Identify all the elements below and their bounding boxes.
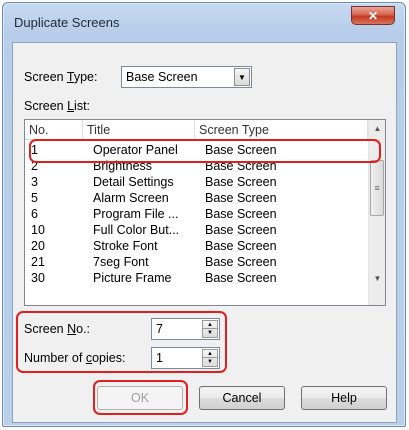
screen-no-label: Screen No.: — [24, 322, 91, 336]
copies-label: Number of copies: — [24, 351, 126, 365]
item-no: 3 — [31, 175, 38, 189]
chevron-down-icon[interactable]: ▼ — [234, 68, 250, 86]
item-type: Base Screen — [205, 175, 277, 189]
item-title: Alarm Screen — [93, 191, 169, 205]
screen-list[interactable]: No. Title Screen Type 1 Operator Panel B… — [24, 119, 386, 306]
item-title: Picture Frame — [93, 271, 172, 285]
spin-up-icon[interactable]: ▲ — [203, 321, 217, 329]
screen-type-label: Screen Type: — [24, 70, 98, 84]
dialog-client-area: Screen Type: Base Screen ▼ Screen List: … — [12, 42, 397, 423]
item-title: Detail Settings — [93, 175, 174, 189]
list-item[interactable]: 10 Full Color But... Base Screen — [25, 222, 368, 238]
item-title: Operator Panel — [93, 143, 178, 157]
close-button[interactable]: ✕ — [351, 6, 395, 25]
list-item[interactable]: 21 7seg Font Base Screen — [25, 254, 368, 270]
column-header-type[interactable]: Screen Type — [195, 120, 368, 140]
spin-down-icon[interactable]: ▼ — [203, 329, 217, 337]
ok-button[interactable]: OK — [97, 386, 183, 410]
screen-no-value: 7 — [156, 322, 163, 336]
list-item[interactable]: 20 Stroke Font Base Screen — [25, 238, 368, 254]
item-title: Full Color But... — [93, 223, 180, 237]
item-no: 1 — [31, 143, 38, 157]
item-title: Stroke Font — [93, 239, 158, 253]
spin-up-icon[interactable]: ▲ — [203, 350, 217, 358]
list-item[interactable]: 3 Detail Settings Base Screen — [25, 174, 368, 190]
item-type: Base Screen — [205, 255, 277, 269]
dialog-window: Duplicate Screens ✕ Screen Type: Base Sc… — [2, 2, 406, 427]
item-type: Base Screen — [205, 191, 277, 205]
list-scrollbar[interactable]: ▲ ≡ ▼ — [368, 120, 385, 305]
copies-spin-buttons[interactable]: ▲ ▼ — [202, 349, 218, 367]
scroll-up-icon[interactable]: ▲ — [369, 120, 385, 137]
scroll-thumb[interactable]: ≡ — [370, 160, 384, 216]
item-title: Brightness — [93, 159, 153, 173]
item-no: 10 — [31, 223, 45, 237]
copies-value: 1 — [156, 351, 163, 365]
list-header: No. Title Screen Type — [25, 120, 368, 140]
item-type: Base Screen — [205, 223, 277, 237]
cancel-button[interactable]: Cancel — [199, 386, 285, 410]
close-icon: ✕ — [367, 8, 379, 23]
column-header-title[interactable]: Title — [83, 120, 195, 140]
screen-list-label: Screen List: — [24, 99, 91, 113]
list-item[interactable]: 1 Operator Panel Base Screen — [25, 142, 368, 158]
item-type: Base Screen — [205, 207, 277, 221]
list-item[interactable]: 30 Picture Frame Base Screen — [25, 270, 368, 286]
item-no: 2 — [31, 159, 38, 173]
copies-stepper[interactable]: 1 ▲ ▼ — [151, 347, 220, 369]
item-no: 5 — [31, 191, 38, 205]
item-type: Base Screen — [205, 159, 277, 173]
list-item[interactable]: 5 Alarm Screen Base Screen — [25, 190, 368, 206]
list-item[interactable]: 2 Brightness Base Screen — [25, 158, 368, 174]
item-no: 6 — [31, 207, 38, 221]
item-type: Base Screen — [205, 143, 277, 157]
list-item[interactable]: 6 Program File ... Base Screen — [25, 206, 368, 222]
screen-no-stepper[interactable]: 7 ▲ ▼ — [151, 318, 220, 340]
column-header-no[interactable]: No. — [25, 120, 83, 140]
item-no: 20 — [31, 239, 45, 253]
item-no: 30 — [31, 271, 45, 285]
help-button[interactable]: Help — [301, 386, 387, 410]
item-no: 21 — [31, 255, 45, 269]
scroll-down-icon[interactable]: ▼ — [369, 270, 385, 287]
screen-type-value: Base Screen — [126, 70, 198, 84]
item-type: Base Screen — [205, 271, 277, 285]
item-title: Program File ... — [93, 207, 179, 221]
screen-type-select[interactable]: Base Screen ▼ — [121, 66, 252, 88]
dialog-title: Duplicate Screens — [14, 15, 120, 30]
screen-no-spin-buttons[interactable]: ▲ ▼ — [202, 320, 218, 338]
item-title: 7seg Font — [93, 255, 149, 269]
item-type: Base Screen — [205, 239, 277, 253]
spin-down-icon[interactable]: ▼ — [203, 358, 217, 366]
